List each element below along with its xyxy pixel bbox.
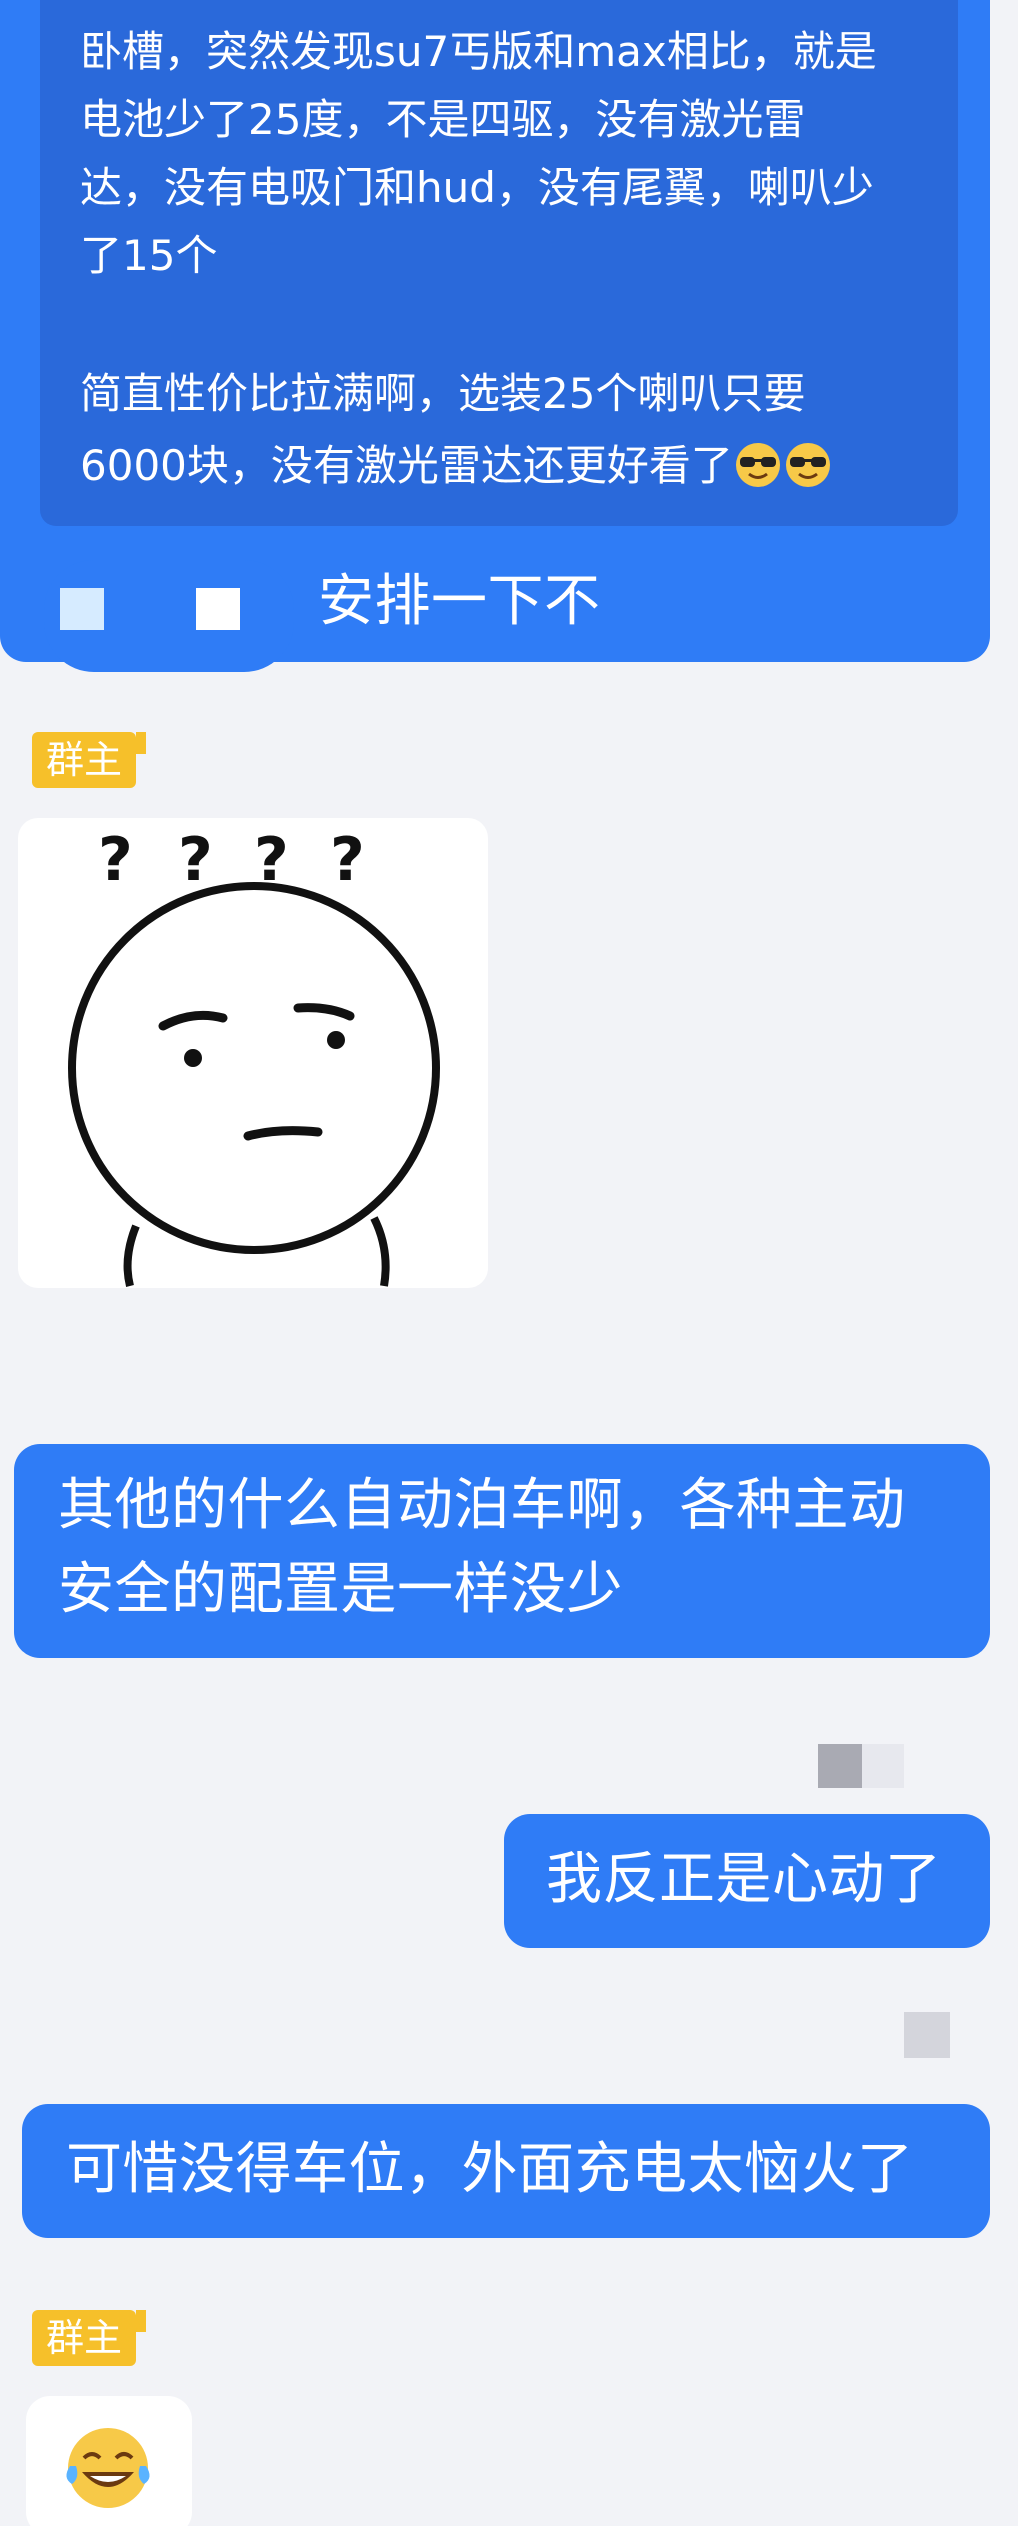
admin-badge: 群主 bbox=[32, 2310, 147, 2366]
message-text: 我反正是心动了 bbox=[546, 1847, 942, 1912]
redacted-block bbox=[196, 588, 240, 630]
emoji-message[interactable] bbox=[26, 2396, 192, 2526]
reply-text: 安排一下不 bbox=[318, 569, 601, 634]
message-text: 可惜没得车位，外面充电太恼火了 bbox=[66, 2137, 914, 2202]
quoted-line-text: 6000块，没有激光雷达还更好看了 bbox=[80, 441, 733, 490]
message-bubble[interactable]: 我反正是心动了 bbox=[504, 1814, 990, 1948]
redacted-block bbox=[60, 588, 104, 630]
tears-of-joy-icon bbox=[66, 2428, 150, 2508]
message-bubble[interactable]: 可惜没得车位，外面充电太恼火了 bbox=[22, 2104, 990, 2238]
sender-name-blurred bbox=[862, 1744, 904, 1788]
sender-name-blurred bbox=[904, 2012, 950, 2058]
quoted-line: 卧槽，突然发现su7丐版和max相比，就是 bbox=[80, 27, 877, 76]
sunglasses-face-icon bbox=[735, 443, 780, 487]
quoted-message[interactable]: 卧槽，突然发现su7丐版和max相比，就是 电池少了25度，不是四驱，没有激光雷… bbox=[40, 0, 958, 526]
sticker-image[interactable]: ? ? ? ? bbox=[18, 818, 488, 1288]
quoted-line: 达，没有电吸门和hud，没有尾翼，喇叭少 bbox=[80, 163, 874, 212]
quoted-line: 电池少了25度，不是四驱，没有激光雷 bbox=[80, 95, 806, 144]
quoted-line: 6000块，没有激光雷达还更好看了 bbox=[80, 430, 918, 502]
svg-text:?: ? bbox=[98, 825, 133, 895]
confused-face-icon: ? ? ? ? bbox=[68, 825, 440, 1287]
admin-badge: 群主 bbox=[32, 732, 147, 788]
message-bubble[interactable]: 其他的什么自动泊车啊，各种主动 安全的配置是一样没少 bbox=[14, 1444, 990, 1658]
message-text: 安全的配置是一样没少 bbox=[58, 1557, 623, 1622]
quoted-line: 了15个 bbox=[80, 231, 218, 280]
quoted-line: 简直性价比拉满啊，选装25个喇叭只要 bbox=[80, 369, 806, 418]
sunglasses-face-icon bbox=[785, 443, 830, 487]
svg-text:?: ? bbox=[330, 825, 365, 895]
chat-screen: 卧槽，突然发现su7丐版和max相比，就是 电池少了25度，不是四驱，没有激光雷… bbox=[0, 0, 1018, 2526]
message-text: 其他的什么自动泊车啊，各种主动 bbox=[58, 1473, 906, 1538]
sender-name-blurred bbox=[818, 1744, 862, 1788]
svg-text:?: ? bbox=[178, 825, 213, 895]
